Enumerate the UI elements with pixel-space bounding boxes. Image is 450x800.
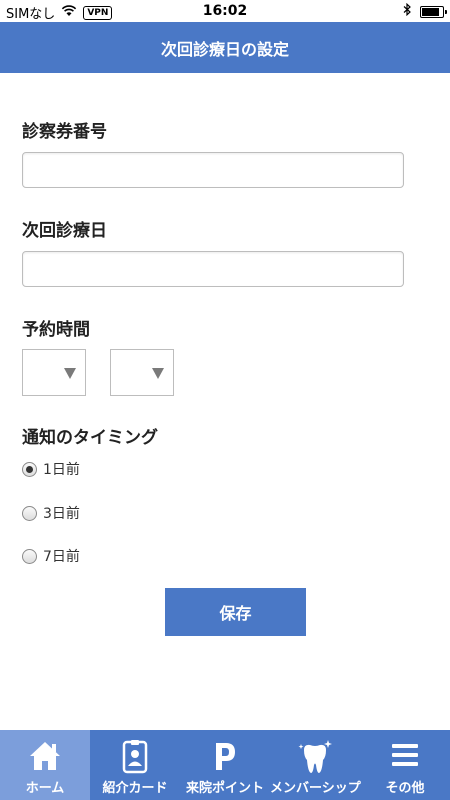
status-bar: SIMなし VPN 16:02 — [0, 0, 450, 22]
points-icon — [212, 740, 238, 776]
battery-icon — [420, 5, 447, 18]
page-header: 次回診療日の設定 — [0, 22, 450, 73]
menu-icon — [390, 740, 420, 774]
page-title: 次回診療日の設定 — [160, 39, 289, 59]
tab-membership[interactable]: メンバーシップ — [270, 730, 361, 800]
bluetooth-icon — [403, 2, 412, 20]
bottom-tab-bar: ホーム 紹介カード 来院ポイント メンバーシップ その他 — [0, 730, 450, 800]
tab-referral-card[interactable]: 紹介カード — [90, 730, 180, 800]
card-number-label: 診察券番号 — [22, 122, 107, 142]
timing-option-3day[interactable]: 3日前 — [22, 503, 80, 523]
status-time: 16:02 — [202, 3, 248, 19]
timing-label: 通知のタイミング — [22, 428, 158, 448]
radio-button[interactable] — [22, 548, 37, 564]
save-button[interactable]: 保存 — [165, 588, 306, 636]
timing-option-7day[interactable]: 7日前 — [22, 546, 80, 566]
chevron-down-icon — [152, 368, 164, 379]
tab-visit-points[interactable]: 来院ポイント — [180, 730, 270, 800]
next-date-input[interactable] — [22, 251, 404, 287]
tooth-icon — [296, 740, 334, 780]
home-icon — [28, 740, 62, 776]
timing-option-label: 7日前 — [43, 549, 80, 565]
tab-home[interactable]: ホーム — [0, 730, 90, 800]
next-date-label: 次回診療日 — [22, 221, 107, 241]
tab-other[interactable]: その他 — [360, 730, 450, 800]
tab-label: 紹介カード — [102, 781, 168, 796]
hour-select[interactable] — [22, 349, 86, 396]
radio-button-checked[interactable] — [22, 461, 37, 477]
tab-label: その他 — [385, 781, 425, 796]
timing-option-label: 3日前 — [43, 506, 80, 522]
card-number-input[interactable] — [22, 152, 404, 188]
tab-label: ホーム — [25, 781, 65, 796]
time-label: 予約時間 — [22, 320, 90, 340]
radio-button[interactable] — [22, 505, 37, 521]
status-right — [403, 2, 447, 20]
minute-select[interactable] — [110, 349, 174, 396]
tab-label: メンバーシップ — [270, 781, 361, 796]
timing-option-1day[interactable]: 1日前 — [22, 459, 80, 479]
chevron-down-icon — [64, 368, 76, 379]
timing-option-label: 1日前 — [43, 462, 80, 478]
tab-label: 来院ポイント — [185, 781, 264, 796]
card-icon — [120, 740, 150, 778]
